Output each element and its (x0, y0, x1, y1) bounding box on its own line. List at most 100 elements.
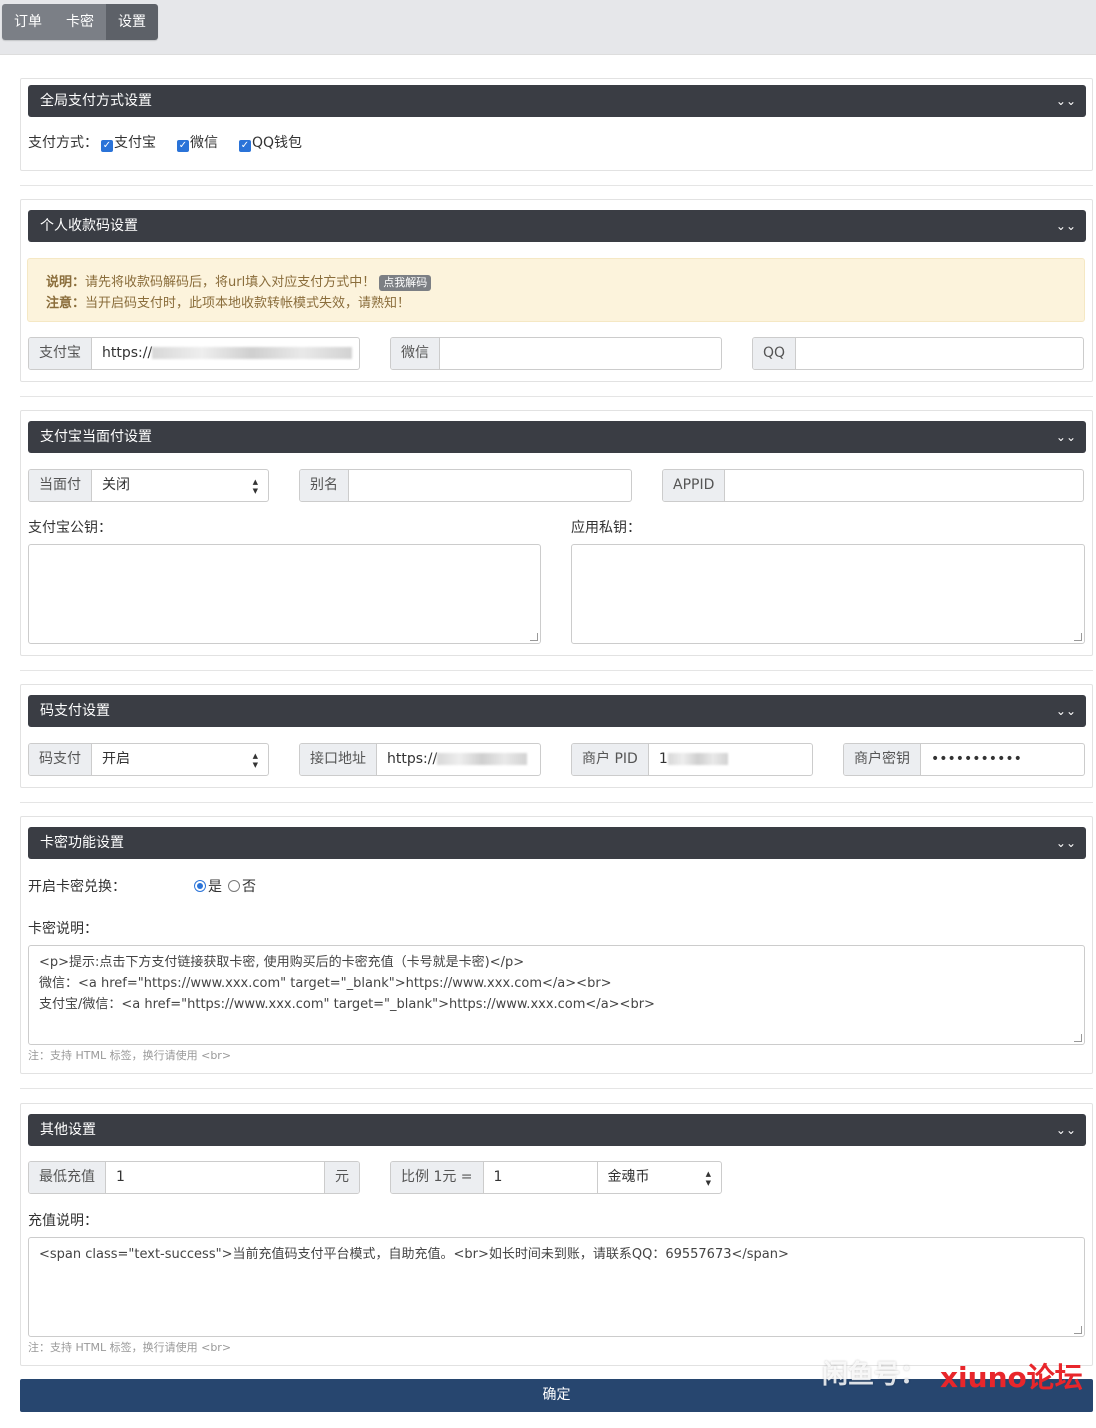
chevron-down-icon[interactable]: ⌄⌄ (1056, 827, 1076, 859)
payment-methods-label: 支付方式： (28, 135, 98, 151)
resize-grip-icon[interactable] (1074, 1034, 1082, 1042)
chevron-down-icon[interactable]: ⌄⌄ (1056, 85, 1076, 117)
f2f-select-group: 当面付 关闭 ▲ ▼ (28, 469, 269, 502)
divider (20, 802, 1093, 803)
f2f-addon: 当面付 (29, 470, 92, 501)
redacted-blur (667, 753, 728, 765)
info-alert: 说明：请先将收款码解码后，将url填入对应支付方式中！ 点我解码 注意：当开启码支… (27, 258, 1085, 322)
card-desc-label: 卡密说明： (28, 921, 98, 937)
panel-title: 其他设置 (40, 1122, 96, 1138)
chevron-down-icon[interactable]: ⌄⌄ (1056, 1114, 1076, 1146)
tab-cards[interactable]: 卡密 (54, 4, 106, 40)
tab-settings[interactable]: 设置 (106, 4, 158, 40)
watermark-right: xiuno论坛 (940, 1361, 1083, 1394)
appid-group: APPID (662, 469, 1084, 502)
merchant-pid-group: 商户 PID 1 (571, 743, 813, 776)
ratio-group: 比例 1元 = 1 金魂币 ▲ ▼ (390, 1161, 722, 1194)
alipay-pubkey-label: 支付宝公钥： (28, 520, 112, 536)
panel-header[interactable]: 全局支付方式设置 ⌄⌄ (28, 85, 1086, 117)
divider (20, 670, 1093, 671)
code-pay-select[interactable]: 开启 ▲ ▼ (92, 744, 268, 775)
payment-option-wechat[interactable]: ✓ 微信 (177, 132, 218, 152)
resize-grip-icon[interactable] (1074, 633, 1082, 641)
alipay-url-addon: 支付宝 (29, 338, 92, 369)
qq-url-addon: QQ (753, 338, 797, 369)
divider (20, 396, 1093, 397)
wechat-url-group: 微信 (390, 337, 722, 370)
select-arrows-icon: ▲ ▼ (252, 752, 258, 769)
checkbox-checked-icon[interactable]: ✓ (177, 140, 189, 152)
card-desc-textarea[interactable]: <p>提示:点击下方支付链接获取卡密, 使用购买后的卡密充值（卡号就是卡密)</… (28, 945, 1085, 1045)
appid-input[interactable] (725, 470, 1083, 501)
panel-header[interactable]: 个人收款码设置 ⌄⌄ (28, 210, 1086, 242)
api-url-group: 接口地址 https:// (299, 743, 541, 776)
recharge-desc-textarea[interactable]: <span class="text-success">当前充值码支付平台模式，自… (28, 1237, 1085, 1337)
chevron-down-icon[interactable]: ⌄⌄ (1056, 210, 1076, 242)
panel-title: 卡密功能设置 (40, 835, 124, 851)
redacted-blur (152, 347, 353, 359)
alipay-pubkey-textarea[interactable] (28, 544, 541, 644)
panel-title: 全局支付方式设置 (40, 93, 152, 109)
ratio-addon: 比例 1元 = (391, 1162, 484, 1193)
f2f-select[interactable]: 关闭 ▲ ▼ (92, 470, 268, 501)
currency-select[interactable]: 金魂币 ▲ ▼ (598, 1162, 721, 1193)
checkbox-checked-icon[interactable]: ✓ (239, 140, 251, 152)
wechat-url-addon: 微信 (391, 338, 440, 369)
radio-empty-icon[interactable] (228, 880, 240, 892)
panel-title: 支付宝当面付设置 (40, 429, 152, 445)
panel-header[interactable]: 卡密功能设置 ⌄⌄ (28, 827, 1086, 859)
alert-line-warning: 注意：当开启码支付时，此项本地收款转帐模式失效，请熟知！ (46, 296, 411, 311)
tab-orders[interactable]: 订单 (2, 4, 54, 40)
panel-header[interactable]: 支付宝当面付设置 ⌄⌄ (28, 421, 1086, 453)
chevron-down-icon[interactable]: ⌄⌄ (1056, 695, 1076, 727)
merchant-key-input[interactable]: ••••••••••• (921, 744, 1084, 775)
chevron-down-icon[interactable]: ⌄⌄ (1056, 421, 1076, 453)
min-recharge-addon: 最低充值 (29, 1162, 106, 1193)
qq-url-group: QQ (752, 337, 1084, 370)
api-url-input[interactable]: https:// (377, 744, 540, 775)
alias-group: 别名 (299, 469, 632, 502)
checkbox-checked-icon[interactable]: ✓ (101, 140, 113, 152)
panel-title: 码支付设置 (40, 703, 110, 719)
nav-tabs: 订单 卡密 设置 (2, 4, 158, 40)
radio-selected-icon[interactable] (194, 880, 206, 892)
code-pay-addon: 码支付 (29, 744, 92, 775)
min-recharge-group: 最低充值 1 元 (28, 1161, 360, 1194)
alipay-url-group: 支付宝 https:// (28, 337, 360, 370)
watermark-left: 闲鱼号： (822, 1360, 927, 1390)
app-privkey-label: 应用私钥： (571, 520, 641, 536)
top-bar: 订单 卡密 设置 (0, 0, 1096, 54)
min-recharge-input[interactable]: 1 (106, 1162, 324, 1193)
app-privkey-textarea[interactable] (571, 544, 1085, 644)
appid-addon: APPID (663, 470, 726, 501)
qq-url-input[interactable] (796, 338, 1083, 369)
payment-option-qq[interactable]: ✓ QQ钱包 (239, 132, 302, 152)
alipay-url-input[interactable]: https:// (92, 338, 359, 369)
merchant-key-addon: 商户密钥 (844, 744, 921, 775)
payment-option-alipay[interactable]: ✓ 支付宝 (101, 132, 156, 152)
api-url-addon: 接口地址 (300, 744, 377, 775)
resize-grip-icon[interactable] (530, 633, 538, 641)
panel-title: 个人收款码设置 (40, 218, 138, 234)
divider (20, 1088, 1093, 1089)
select-arrows-icon: ▲ ▼ (252, 478, 258, 495)
panel-header[interactable]: 码支付设置 ⌄⌄ (28, 695, 1086, 727)
resize-grip-icon[interactable] (1074, 1326, 1082, 1334)
ratio-input[interactable]: 1 (484, 1162, 598, 1193)
panel-header[interactable]: 其他设置 ⌄⌄ (28, 1114, 1086, 1146)
merchant-pid-addon: 商户 PID (572, 744, 649, 775)
merchant-key-group: 商户密钥 ••••••••••• (843, 743, 1085, 776)
decode-badge-button[interactable]: 点我解码 (379, 275, 432, 291)
recharge-desc-label: 充值说明： (28, 1213, 98, 1229)
divider (20, 185, 1093, 186)
alias-input[interactable] (349, 470, 631, 501)
merchant-pid-input[interactable]: 1 (649, 744, 812, 775)
card-enable-yes[interactable]: 是 (194, 876, 222, 896)
wechat-url-input[interactable] (440, 338, 721, 369)
redacted-blur (437, 753, 528, 765)
min-recharge-unit: 元 (324, 1162, 359, 1193)
card-desc-note: 注：支持 HTML 标签，换行请使用 <br> (28, 1049, 232, 1062)
confirm-button[interactable]: 确定 (20, 1379, 1093, 1412)
card-enable-no[interactable]: 否 (228, 876, 256, 896)
select-arrows-icon: ▲ ▼ (705, 1170, 711, 1187)
